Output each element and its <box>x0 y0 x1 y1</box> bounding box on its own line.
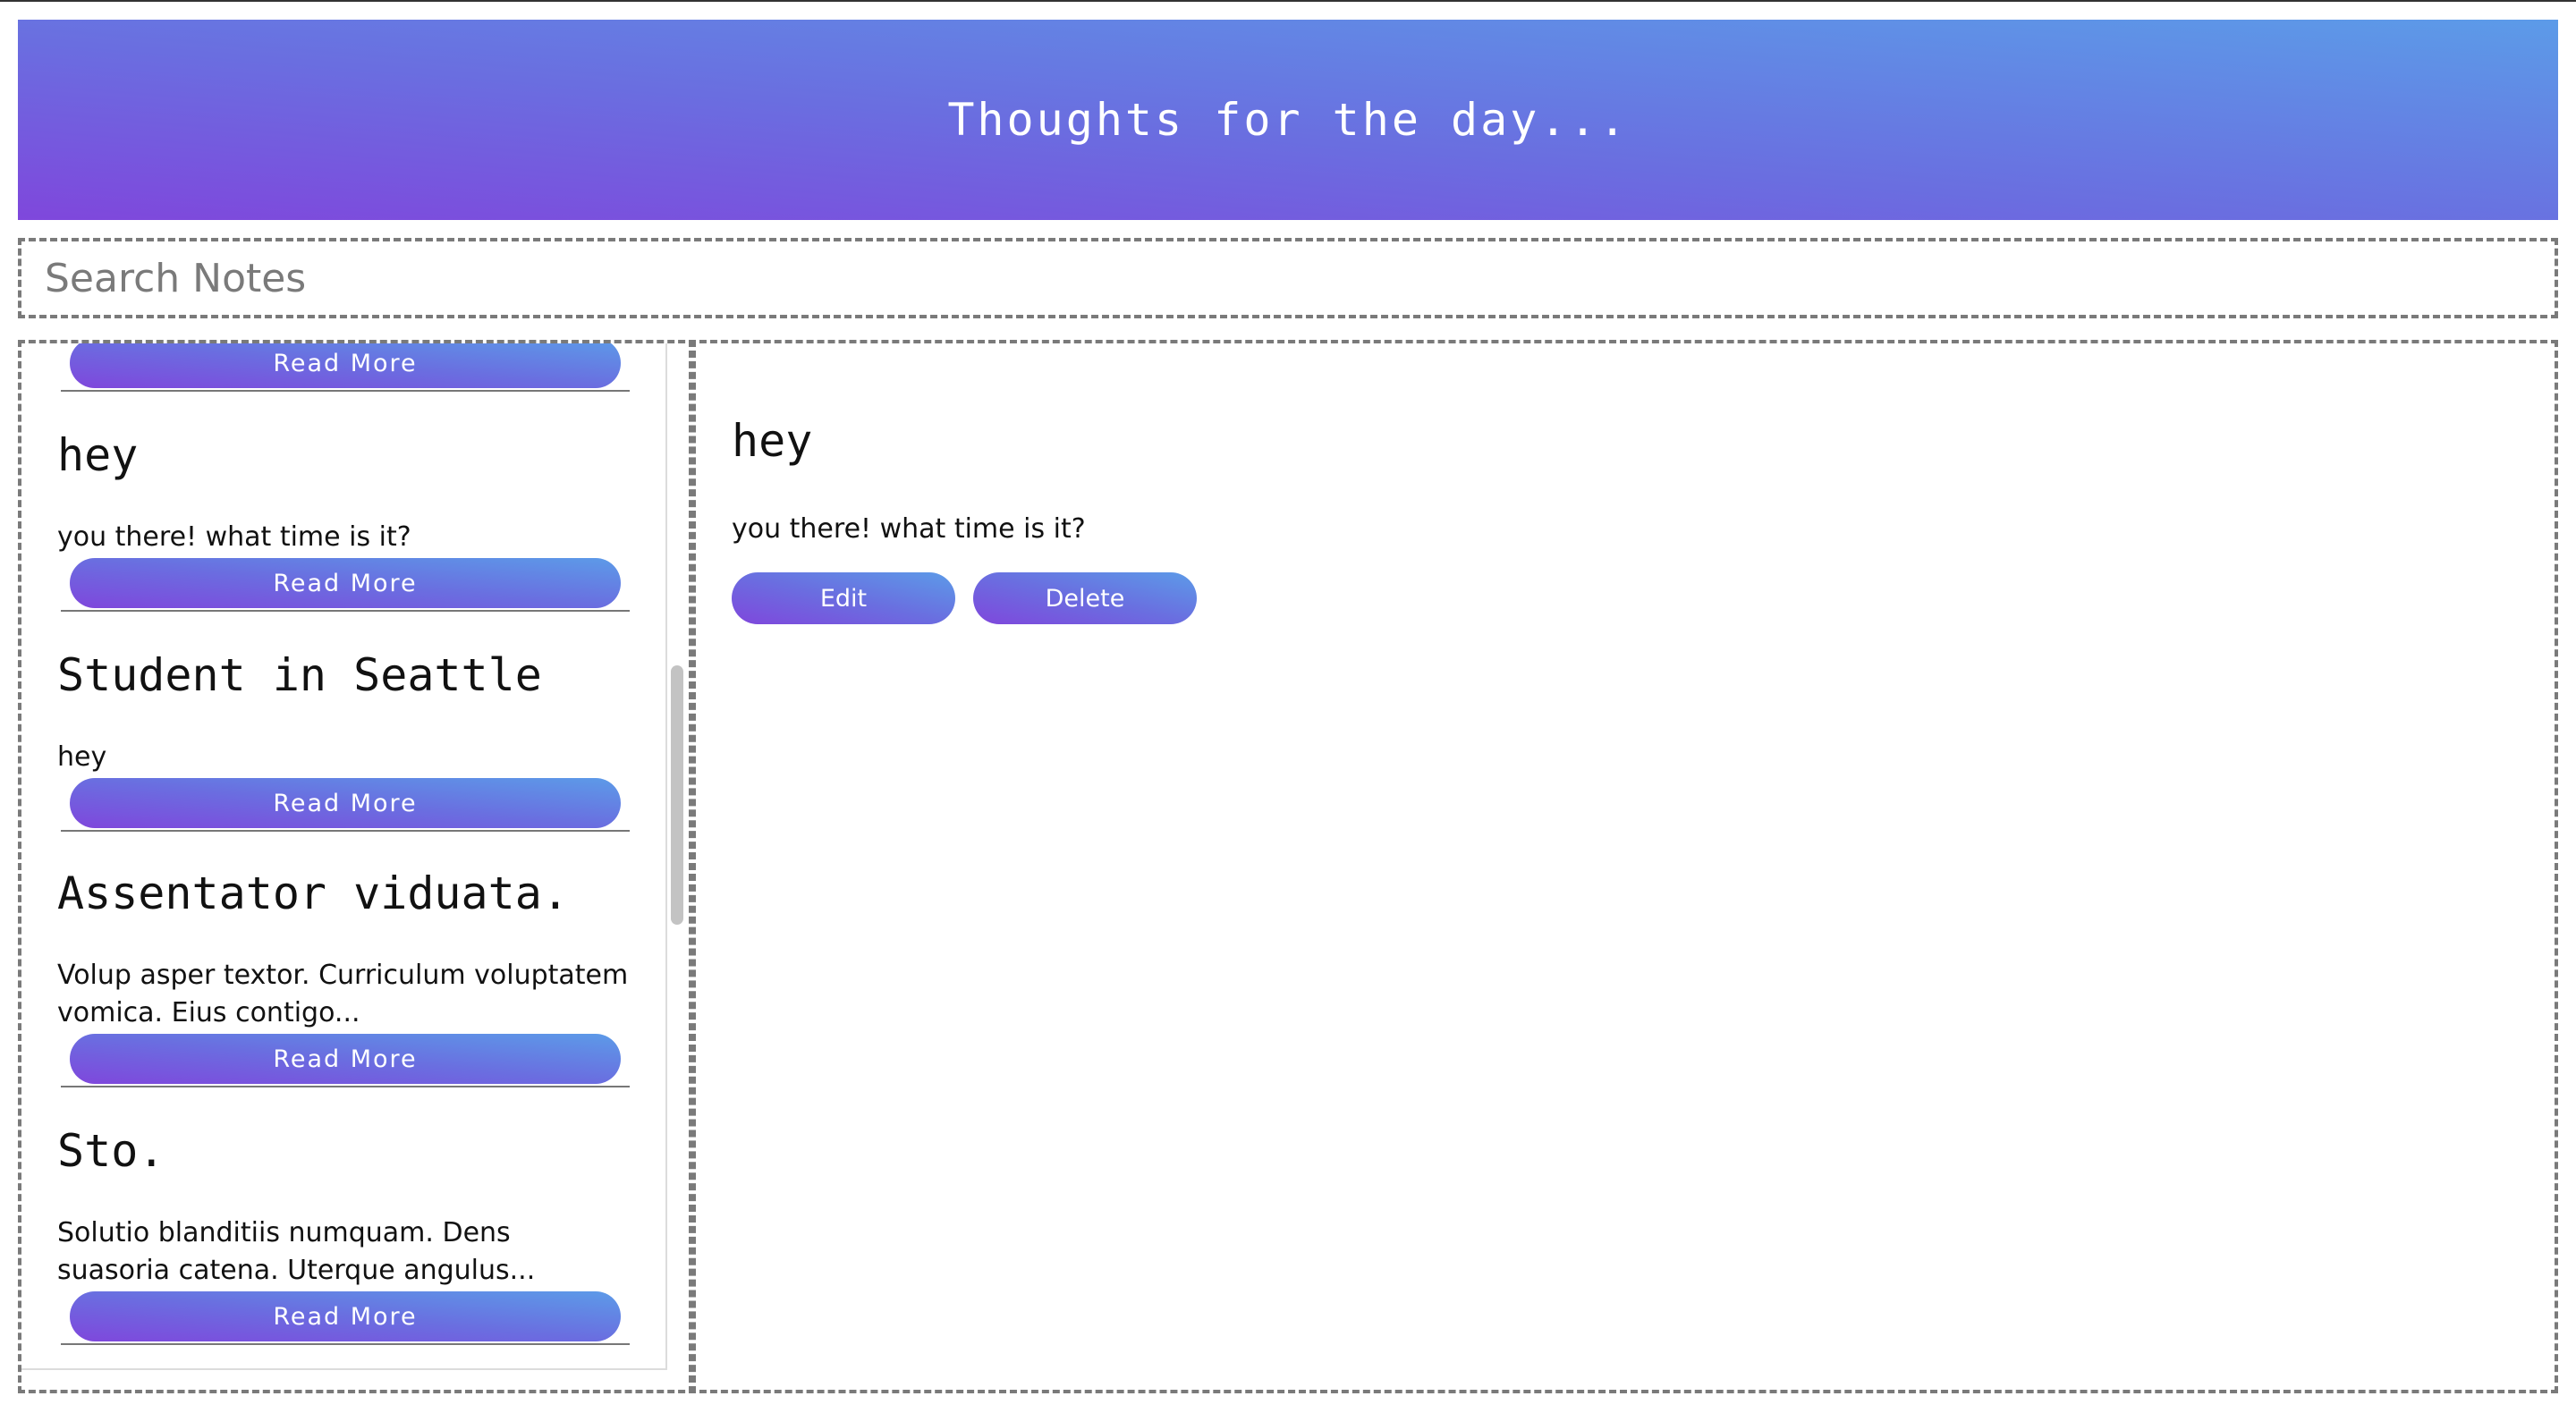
read-more-button[interactable]: Read More <box>70 1034 621 1084</box>
read-more-button[interactable]: Read More <box>70 558 621 608</box>
note-title: Sto. <box>57 1125 165 1177</box>
notes-list-panel[interactable]: Read More hey you there! what time is it… <box>18 340 696 1393</box>
search-box <box>18 238 2558 318</box>
app-header: Thoughts for the day... <box>18 20 2558 220</box>
detail-body: you there! what time is it? <box>732 513 1086 545</box>
note-divider <box>61 390 630 392</box>
window-top-border <box>0 0 2576 2</box>
note-title: hey <box>57 429 139 481</box>
search-input[interactable] <box>21 241 2555 315</box>
page-title: Thoughts for the day... <box>947 94 1629 146</box>
detail-title: hey <box>732 415 813 467</box>
list-item: Sto. <box>57 1125 630 1177</box>
read-more-button[interactable]: Read More <box>70 1291 621 1341</box>
note-detail-panel: hey you there! what time is it? Edit Del… <box>689 340 2558 1393</box>
notes-list-scrollbar[interactable] <box>671 665 683 925</box>
note-preview: Solutio blanditiis numquam. Dens suasori… <box>57 1217 536 1286</box>
note-preview: hey <box>57 741 107 773</box>
note-title: Student in Seattle <box>57 649 542 701</box>
list-item: Assentator viduata. <box>57 867 630 919</box>
note-title: Assentator viduata. <box>57 867 569 919</box>
note-divider <box>61 830 630 832</box>
read-more-button[interactable]: Read More <box>70 343 621 388</box>
note-preview: Volup asper textor. Curriculum voluptate… <box>57 960 629 1028</box>
list-item: hey <box>57 429 630 481</box>
note-preview: you there! what time is it? <box>57 521 411 553</box>
note-divider <box>61 1086 630 1087</box>
list-item: Student in Seattle <box>57 649 630 701</box>
notes-list: Read More hey you there! what time is it… <box>21 343 667 1370</box>
note-divider <box>61 1343 630 1345</box>
read-more-button[interactable]: Read More <box>70 778 621 828</box>
delete-button[interactable]: Delete <box>973 572 1197 624</box>
edit-button[interactable]: Edit <box>732 572 955 624</box>
note-divider <box>61 610 630 612</box>
